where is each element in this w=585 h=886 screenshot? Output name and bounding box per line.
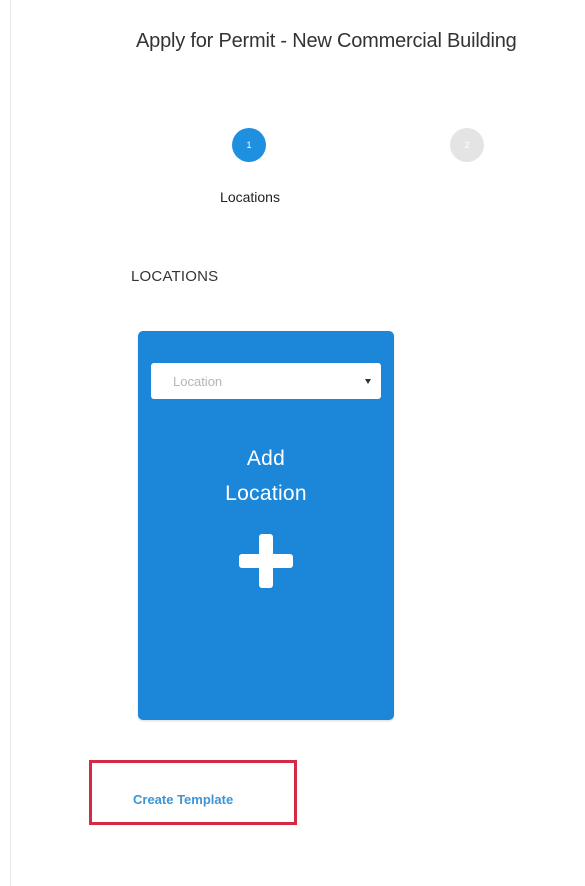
step-1-indicator[interactable]: 1 [232, 128, 266, 162]
step-2-number: 2 [464, 140, 470, 150]
left-divider [10, 0, 11, 886]
step-1-number: 1 [246, 140, 252, 150]
location-select-placeholder: Location [173, 373, 223, 389]
location-select[interactable]: Location [151, 363, 381, 399]
create-template-highlight: Create Template [89, 760, 297, 825]
plus-icon[interactable] [239, 534, 293, 588]
add-location-card[interactable]: Location Add Location [138, 331, 394, 720]
add-location-line-2: Location [225, 482, 307, 505]
step-1-label: Locations [220, 189, 280, 205]
add-location-line-1: Add [246, 447, 286, 470]
locations-heading: LOCATIONS [131, 268, 219, 285]
add-location-label: Add Location [138, 441, 394, 511]
page-title: Apply for Permit - New Commercial Buildi… [136, 30, 517, 52]
caret-down-icon [365, 378, 371, 384]
permit-application-page: Apply for Permit - New Commercial Buildi… [0, 0, 585, 886]
step-2-indicator[interactable]: 2 [450, 128, 484, 162]
create-template-link[interactable]: Create Template [133, 792, 233, 807]
